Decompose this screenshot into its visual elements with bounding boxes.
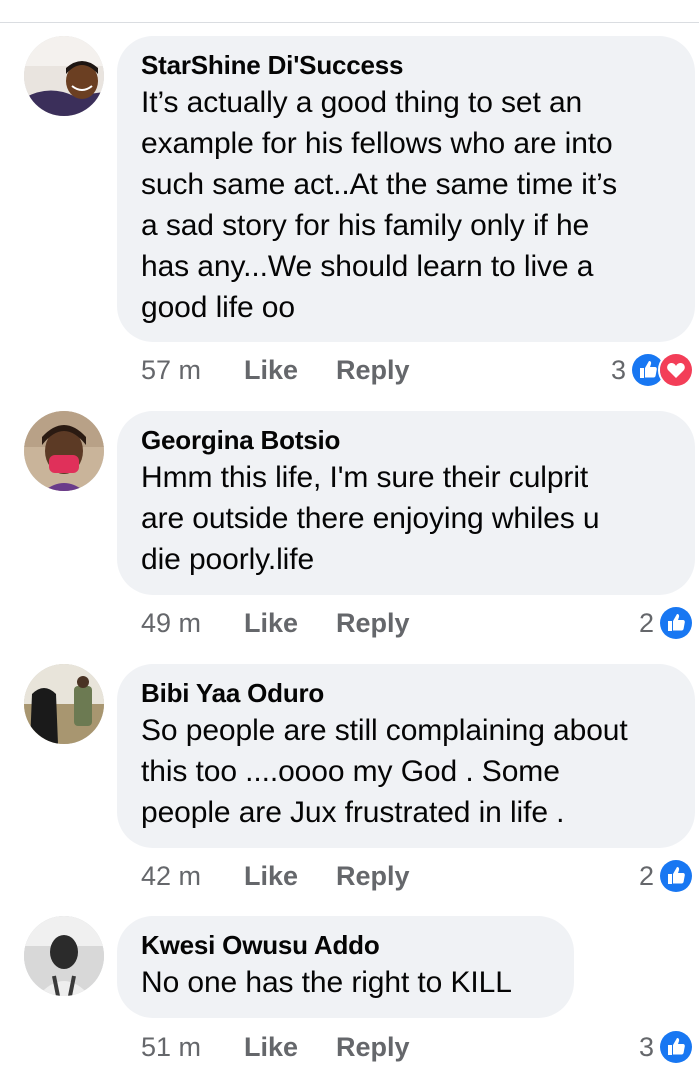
comment-text: Hmm this life, I'm sure their culprit ar… (141, 461, 600, 576)
reaction-count: 2 (638, 608, 654, 638)
comment-time[interactable]: 57 m (141, 352, 201, 388)
comment-text: No one has the right to KILL (141, 966, 512, 999)
reply-button[interactable]: Reply (336, 858, 410, 894)
comment-time[interactable]: 51 m (141, 1029, 201, 1065)
love-icon (658, 352, 694, 388)
like-icon (658, 858, 694, 894)
top-divider (0, 22, 699, 23)
comment-author[interactable]: Kwesi Owusu Addo (141, 930, 550, 960)
reaction-count: 3 (638, 1032, 654, 1062)
avatar-photo-icon (24, 664, 104, 744)
reaction-count: 3 (610, 355, 626, 385)
comment-author[interactable]: StarShine Di'Success (141, 50, 671, 80)
comment-bubble: Kwesi Owusu Addo No one has the right to… (117, 916, 574, 1018)
avatar[interactable] (24, 916, 104, 996)
like-button[interactable]: Like (244, 605, 298, 641)
avatar[interactable] (24, 664, 104, 744)
avatar-photo-icon (24, 916, 104, 996)
reply-button[interactable]: Reply (336, 352, 410, 388)
comment-bubble: Bibi Yaa Oduro So people are still compl… (117, 664, 695, 848)
comment-bubble: StarShine Di'Success It’s actually a goo… (117, 36, 695, 342)
reply-button[interactable]: Reply (336, 605, 410, 641)
comment-text: So people are still complaining about th… (141, 714, 628, 829)
like-icon (658, 1029, 694, 1065)
comment-text: It’s actually a good thing to set an exa… (141, 86, 618, 324)
reaction-summary[interactable]: 3 (639, 1029, 694, 1065)
comment-time[interactable]: 49 m (141, 605, 201, 641)
avatar-photo-icon (24, 411, 104, 491)
like-button[interactable]: Like (244, 1029, 298, 1065)
reaction-summary[interactable]: 3 (611, 352, 694, 388)
comment-author[interactable]: Georgina Botsio (141, 425, 671, 455)
like-button[interactable]: Like (244, 858, 298, 894)
reaction-count: 2 (638, 861, 654, 891)
avatar[interactable] (24, 36, 104, 116)
reply-button[interactable]: Reply (336, 1029, 410, 1065)
like-button[interactable]: Like (244, 352, 298, 388)
avatar-photo-icon (24, 36, 104, 116)
reaction-summary[interactable]: 2 (639, 605, 694, 641)
reaction-summary[interactable]: 2 (639, 858, 694, 894)
comment-author[interactable]: Bibi Yaa Oduro (141, 678, 671, 708)
like-icon (658, 605, 694, 641)
avatar[interactable] (24, 411, 104, 491)
comment-time[interactable]: 42 m (141, 858, 201, 894)
comment-bubble: Georgina Botsio Hmm this life, I'm sure … (117, 411, 695, 595)
